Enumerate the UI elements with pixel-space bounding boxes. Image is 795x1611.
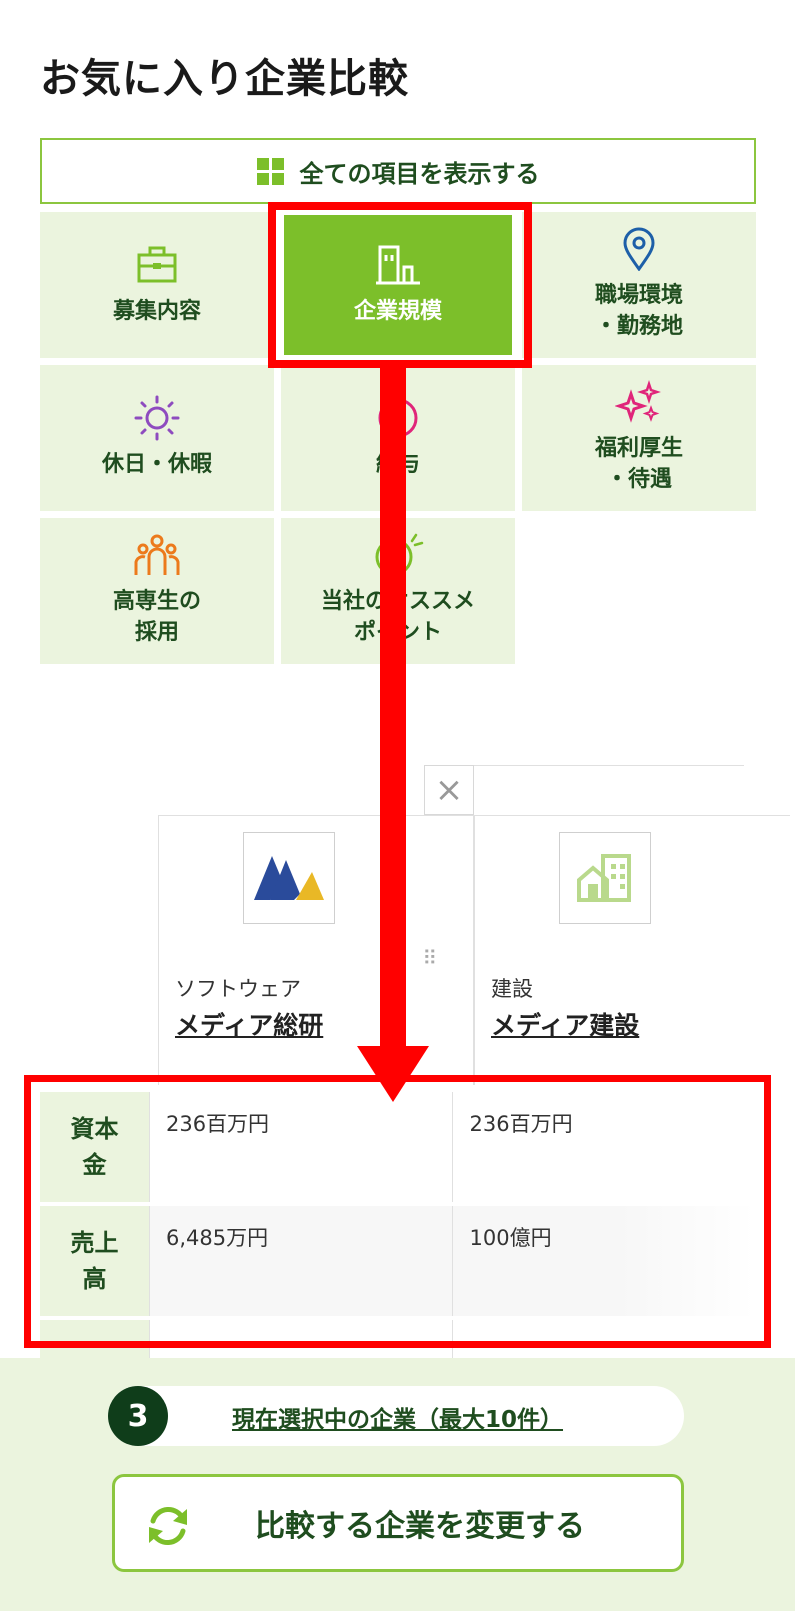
briefcase-icon <box>135 243 179 287</box>
yen-coin-icon <box>376 396 420 440</box>
comparison-table: 資本 金 236百万円 236百万円 売上 高 6,485万円 100億円 <box>40 1092 756 1364</box>
selected-count-badge: 3 <box>108 1386 168 1446</box>
category-workplace[interactable]: 職場環境 ・勤務地 <box>522 212 756 358</box>
compare-footer: 3 現在選択中の企業（最大10件） 比較する企業を変更する <box>0 1358 795 1611</box>
building-placeholder-icon <box>559 832 651 924</box>
table-cell: 100億円 <box>452 1206 756 1316</box>
smile-icon <box>372 533 424 577</box>
category-salary[interactable]: 給与 <box>281 365 515 511</box>
sun-icon <box>133 395 181 441</box>
category-label: 募集内容 <box>112 298 201 324</box>
category-company-size[interactable]: 企業規模 <box>281 212 515 358</box>
refresh-icon <box>143 1501 193 1555</box>
category-label: 当社のオススメ ポイント <box>320 589 475 645</box>
row-header <box>40 1320 149 1360</box>
category-recruitment[interactable]: 募集内容 <box>40 212 274 358</box>
divider <box>474 765 744 766</box>
category-recommend-points[interactable]: 当社のオススメ ポイント <box>281 518 515 664</box>
company-industry: ソフトウェア <box>175 977 301 1001</box>
building-icon <box>374 243 422 287</box>
table-row <box>40 1320 756 1360</box>
company-name-link[interactable]: メディア総研 <box>175 1006 323 1042</box>
table-row: 資本 金 236百万円 236百万円 <box>40 1092 756 1202</box>
category-holidays[interactable]: 休日・休暇 <box>40 365 274 511</box>
category-label: 福利厚生 ・待遇 <box>594 436 683 492</box>
company-logo <box>243 832 335 924</box>
change-companies-button[interactable]: 比較する企業を変更する <box>112 1474 684 1572</box>
show-all-items-button[interactable]: 全ての項目を表示する <box>40 138 756 204</box>
category-kosen-hiring[interactable]: 高専生の 採用 <box>40 518 274 664</box>
drag-handle-icon[interactable]: ⠿ <box>422 946 437 970</box>
row-header: 売上 高 <box>40 1206 149 1316</box>
sparkle-icon <box>615 380 663 424</box>
category-label: 給与 <box>375 451 420 477</box>
category-label: 高専生の 採用 <box>112 589 201 645</box>
company-card: 建設 メディア建設 <box>474 815 790 1085</box>
company-card: ⠿ ソフトウェア メディア総研 <box>158 815 474 1085</box>
category-label: 職場環境 ・勤務地 <box>594 283 683 339</box>
table-cell: 6,485万円 <box>148 1206 453 1316</box>
category-label: 企業規模 <box>353 298 442 324</box>
table-row: 売上 高 6,485万円 100億円 <box>40 1206 756 1316</box>
company-name-link[interactable]: メディア建設 <box>491 1006 639 1042</box>
selected-companies-pill: 3 現在選択中の企業（最大10件） <box>108 1386 684 1446</box>
table-cell <box>148 1320 453 1360</box>
category-benefits[interactable]: 福利厚生 ・待遇 <box>522 365 756 511</box>
close-icon[interactable]: × <box>424 765 474 815</box>
show-all-label: 全ての項目を表示する <box>299 159 540 188</box>
page-title: お気に入り企業比較 <box>40 56 409 102</box>
company-industry: 建設 <box>491 977 533 1001</box>
category-label: 休日・休暇 <box>101 451 212 477</box>
table-cell: 236百万円 <box>452 1092 756 1202</box>
change-companies-label: 比較する企業を変更する <box>255 1509 585 1544</box>
location-pin-icon <box>619 227 659 272</box>
selected-companies-link[interactable]: 現在選択中の企業（最大10件） <box>232 1400 563 1434</box>
table-cell: 236百万円 <box>148 1092 453 1202</box>
table-cell <box>452 1320 756 1360</box>
grid-icon <box>256 157 284 185</box>
people-icon <box>133 533 181 577</box>
row-header: 資本 金 <box>40 1092 149 1202</box>
category-grid: 募集内容 企業規模 職場環境 ・勤務地 休日・休暇 給与 福利厚生 ・待遇 高専… <box>40 212 756 664</box>
